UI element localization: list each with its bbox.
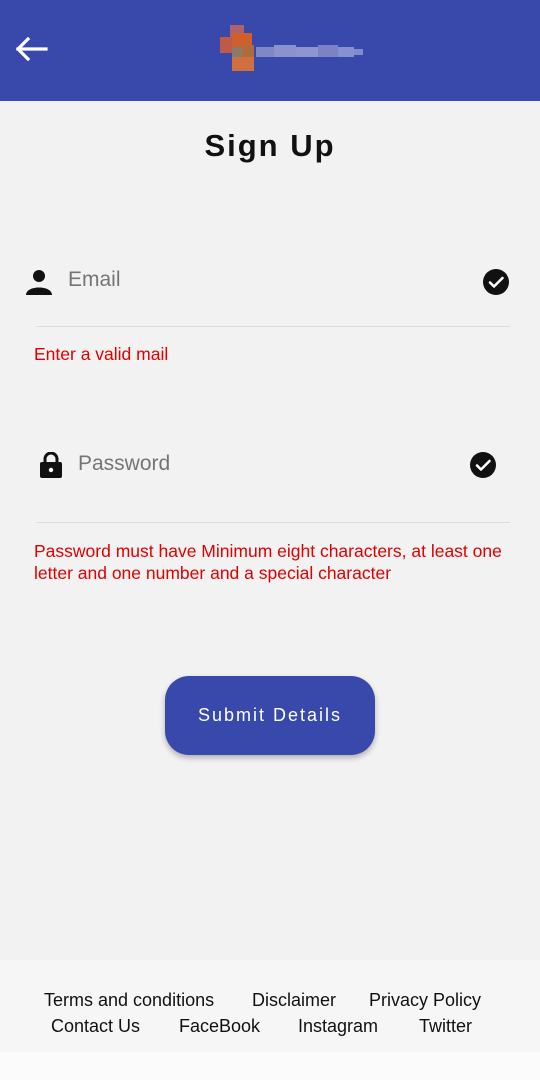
footer-link-instagram[interactable]: Instagram — [298, 1016, 378, 1037]
app-logo — [220, 25, 363, 71]
app-bar — [0, 0, 540, 101]
footer: Terms and conditions Disclaimer Privacy … — [0, 960, 540, 1052]
email-underline — [36, 326, 510, 327]
email-input[interactable] — [68, 268, 448, 292]
lock-icon — [40, 452, 62, 478]
password-error: Password must have Minimum eight charact… — [34, 541, 502, 583]
arrow-left-icon — [16, 37, 48, 61]
check-circle-icon — [483, 269, 509, 295]
system-navigation-bar — [0, 1052, 540, 1080]
footer-link-twitter[interactable]: Twitter — [419, 1016, 472, 1037]
password-underline — [36, 522, 510, 523]
footer-link-disclaimer[interactable]: Disclaimer — [252, 990, 336, 1011]
footer-link-contact-us[interactable]: Contact Us — [51, 1016, 140, 1037]
email-error: Enter a valid mail — [34, 344, 169, 364]
password-input[interactable] — [78, 452, 438, 476]
footer-link-terms[interactable]: Terms and conditions — [44, 990, 214, 1011]
password-field[interactable] — [26, 435, 516, 495]
footer-link-privacy-policy[interactable]: Privacy Policy — [369, 990, 481, 1011]
check-circle-icon — [470, 452, 496, 478]
email-field[interactable] — [26, 251, 516, 311]
page-title: Sign Up — [204, 128, 336, 163]
person-icon — [26, 270, 52, 295]
back-button[interactable] — [14, 32, 50, 66]
submit-details-button[interactable]: Submit Details — [165, 676, 375, 755]
footer-link-facebook[interactable]: FaceBook — [179, 1016, 260, 1037]
